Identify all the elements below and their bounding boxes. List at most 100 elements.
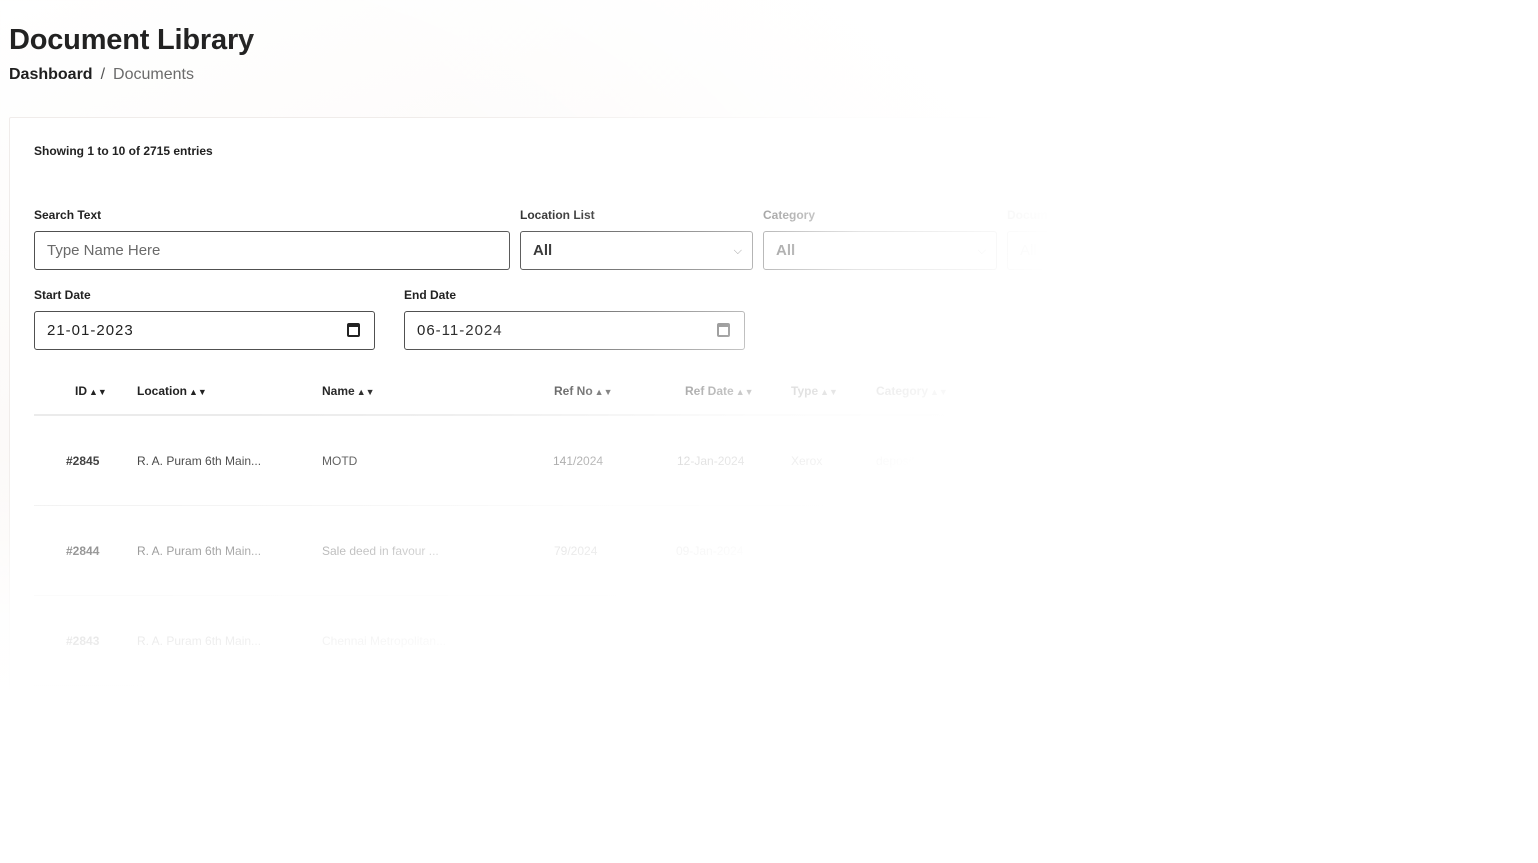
cell-id: #2843 xyxy=(66,634,100,648)
sort-icon: ▲▼ xyxy=(1165,387,1184,397)
search-text-label: Search Text xyxy=(34,208,102,222)
column-header-category[interactable]: Category ▲▼ xyxy=(876,384,948,398)
chevron-down-icon: ⌵ xyxy=(1220,245,1229,257)
category-value: All xyxy=(776,242,796,259)
sort-icon: ▲▼ xyxy=(820,387,838,397)
column-header-added-on[interactable]: Added On ▲▼ xyxy=(1106,384,1183,398)
page-button-1[interactable]: 1 xyxy=(1205,137,1236,174)
document-type-label: Document Type xyxy=(1007,208,1097,222)
added-by-label: Added By xyxy=(1250,208,1307,222)
breadcrumb-separator: / xyxy=(100,66,106,83)
sort-icon: ▲▼ xyxy=(930,387,948,397)
page-button-4[interactable]: 4 xyxy=(1307,137,1338,174)
cell-size: 10.4 xyxy=(1015,454,1039,468)
cell-name: Sale deed in favour ... xyxy=(322,544,439,558)
search-text-input[interactable]: Type Name Here xyxy=(34,231,510,270)
first-page-button[interactable]: First xyxy=(1092,137,1140,174)
calendar-icon[interactable] xyxy=(717,323,730,337)
document-type-select[interactable]: All ⌵ xyxy=(1007,231,1240,270)
column-label: ID xyxy=(75,384,87,398)
cell-id: #2842 xyxy=(66,724,100,738)
page-button-2[interactable]: 2 xyxy=(1239,137,1270,174)
search-text-placeholder: Type Name Here xyxy=(47,242,161,259)
previous-page-button[interactable]: Previous xyxy=(1143,137,1202,174)
table-row[interactable]: #2841 R. A. Puram 6t... xyxy=(34,776,1486,863)
page-button-3[interactable]: 3 xyxy=(1273,137,1304,174)
column-header-id[interactable]: ID ▲▼ xyxy=(75,384,107,398)
page-button-5[interactable]: 5 xyxy=(1341,137,1372,174)
column-label: Category xyxy=(876,384,929,398)
cell-ref-date: 09-Jan-2024 xyxy=(676,544,744,558)
sort-icon: ▲▼ xyxy=(356,387,375,397)
documents-table: ID ▲▼ Location ▲▼ Name ▲▼ Ref No ▲▼ Ref Date… xyxy=(34,366,1486,863)
added-by-select[interactable]: All ⌵ xyxy=(1250,231,1484,270)
last-page-button[interactable]: Last xyxy=(1434,137,1481,174)
sort-icon: ▲▼ xyxy=(1273,387,1291,397)
table-row[interactable]: #2843 R. A. Puram 6th Main... Chennai Me… xyxy=(34,596,1486,686)
cell-name: Chennai Metropolitan... xyxy=(322,634,447,648)
table-row[interactable]: #2842 R. A. Puram 6th Main... Chennai Me… xyxy=(34,686,1486,776)
breadcrumb-current: Documents xyxy=(113,66,194,83)
add-document-button[interactable]: + xyxy=(1413,35,1508,77)
added-by-value: All xyxy=(1263,242,1280,259)
column-label: Ref Date xyxy=(685,384,734,398)
cell-location: R. A. Puram 6th Main... xyxy=(137,454,262,468)
breadcrumb: Dashboard / Documents xyxy=(9,66,194,84)
cell-type: Xerox xyxy=(791,454,823,468)
column-label: Added By xyxy=(1215,384,1272,398)
column-label: Name xyxy=(322,384,355,398)
location-list-value: All xyxy=(533,242,553,259)
cell-ref-date: 12-Jan-2024 xyxy=(677,454,745,468)
breadcrumb-dashboard-link[interactable]: Dashboard xyxy=(9,66,93,84)
cell-ref-no: 141/2024 xyxy=(553,454,604,468)
column-header-location[interactable]: Location ▲▼ xyxy=(137,384,207,398)
end-date-label: End Date xyxy=(404,288,457,302)
documents-card: Showing 1 to 10 of 2715 entries First Pr… xyxy=(9,117,1509,863)
cell-id: #2844 xyxy=(66,544,100,558)
clear-button[interactable]: Clear xyxy=(1390,308,1484,349)
column-label: Added On xyxy=(1106,384,1164,398)
column-header-ref-date[interactable]: Ref Date ▲▼ xyxy=(685,384,754,398)
column-header-ref-no[interactable]: Ref No ▲▼ xyxy=(554,384,613,398)
cell-location: R. A. Puram 6th Main... xyxy=(137,634,262,648)
column-label: Size(MB) xyxy=(994,384,1045,398)
cell-name: Chennai Metropolitan... xyxy=(322,724,447,738)
cell-name: MOTD xyxy=(322,454,358,468)
column-header-name[interactable]: Name ▲▼ xyxy=(322,384,375,398)
pagination: First Previous 1 2 3 4 5 Next Last xyxy=(1092,137,1481,174)
column-label: Ref No xyxy=(554,384,593,398)
cell-ref-date: 20-Feb-... xyxy=(677,634,730,648)
table-row[interactable]: #2844 R. A. Puram 6th Main... Sale deed … xyxy=(34,506,1486,596)
cell-id: #2841 xyxy=(66,814,100,828)
cell-added-on: 16-May-2024 xyxy=(1100,454,1171,468)
end-date-input[interactable]: 06-11-2024 xyxy=(404,311,745,350)
column-header-type[interactable]: Type ▲▼ xyxy=(791,384,838,398)
column-header-action: Action xyxy=(1362,384,1400,398)
table-header: ID ▲▼ Location ▲▼ Name ▲▼ Ref No ▲▼ Ref Date… xyxy=(34,366,1486,416)
chevron-down-icon: ⌵ xyxy=(977,245,986,257)
sort-icon: ▲▼ xyxy=(1046,387,1065,397)
start-date-value: 21-01-2023 xyxy=(47,322,134,339)
page-title: Document Library xyxy=(9,24,254,56)
column-label: Type xyxy=(791,384,819,398)
calendar-icon[interactable] xyxy=(347,323,360,337)
column-header-added-by[interactable]: Added By ▲▼ xyxy=(1215,384,1291,398)
chevron-down-icon: ⌵ xyxy=(733,245,742,257)
category-select[interactable]: All ⌵ xyxy=(763,231,997,270)
cell-category: Deeds xyxy=(876,544,911,558)
cell-location: R. A. Puram 6th Main... xyxy=(137,544,262,558)
column-label: Location xyxy=(137,384,187,398)
column-header-size[interactable]: Size(MB) ▲▼ xyxy=(994,384,1065,398)
sort-icon: ▲▼ xyxy=(735,387,754,397)
start-date-label: Start Date xyxy=(34,288,91,302)
start-date-input[interactable]: 21-01-2023 xyxy=(34,311,375,350)
search-button[interactable]: Search xyxy=(1292,308,1387,349)
cell-ref-no: 12999951615/223 xyxy=(529,634,626,648)
table-row[interactable]: #2845 R. A. Puram 6th Main... MOTD 141/2… xyxy=(34,416,1486,506)
end-date-value: 06-11-2024 xyxy=(417,322,503,339)
location-list-select[interactable]: All ⌵ xyxy=(520,231,753,270)
cell-location: R. A. Puram 6t... xyxy=(137,814,226,828)
sort-icon: ▲▼ xyxy=(89,387,107,397)
next-page-button[interactable]: Next xyxy=(1375,137,1431,174)
cell-type: Xerox xyxy=(791,544,823,558)
